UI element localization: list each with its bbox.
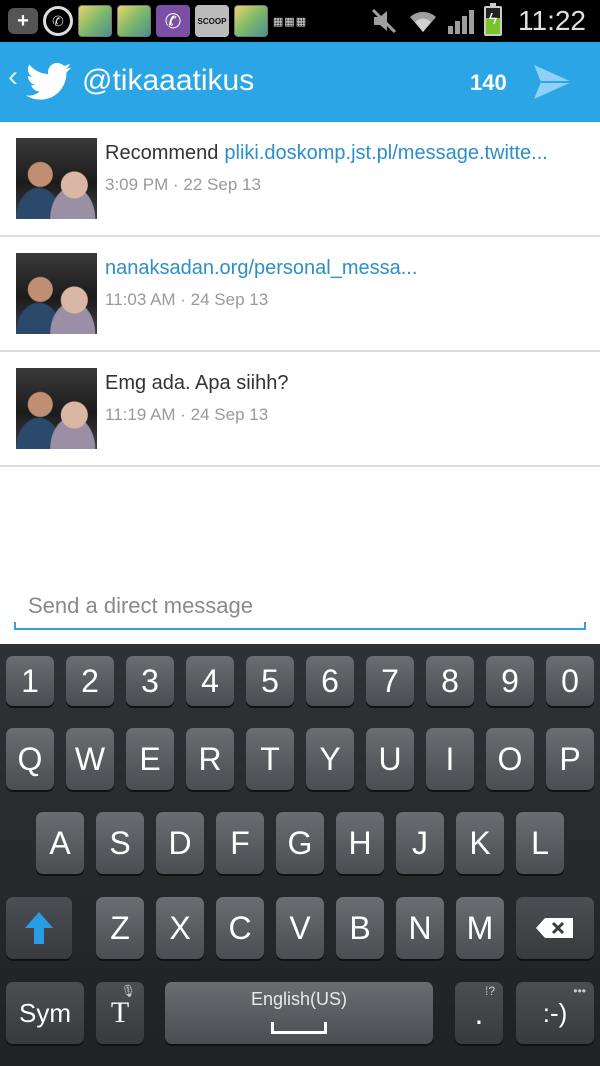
- message-link[interactable]: pliki.doskomp.jst.pl/message.twitte...: [224, 142, 547, 164]
- key-u[interactable]: U: [366, 728, 414, 790]
- key-i[interactable]: I: [426, 728, 474, 790]
- space-key[interactable]: English(US): [165, 982, 433, 1044]
- key-o[interactable]: O: [486, 728, 534, 790]
- message-timestamp: 11:19 AM · 24 Sep 13: [105, 405, 269, 424]
- key-6[interactable]: 6: [306, 656, 354, 706]
- key-j[interactable]: J: [396, 812, 444, 874]
- app-thumb-icon: [234, 5, 268, 37]
- key-t[interactable]: T: [246, 728, 294, 790]
- key-5[interactable]: 5: [246, 656, 294, 706]
- signal-icon: [448, 8, 474, 34]
- key-f[interactable]: F: [216, 812, 264, 874]
- notification-icons: + ✆ ✆ SCOOP ▦▦▦: [8, 4, 307, 38]
- scoop-label: SCOOP: [197, 16, 227, 26]
- avatar[interactable]: [16, 253, 97, 334]
- key-k[interactable]: K: [456, 812, 504, 874]
- mic-icon: 🎙: [120, 984, 136, 998]
- action-bar: ‹ @tikaaatikus 140: [0, 42, 600, 122]
- character-counter: 140: [470, 70, 507, 95]
- smiley-label: :-): [542, 998, 568, 1028]
- key-1[interactable]: 1: [6, 656, 54, 706]
- backspace-icon: [536, 918, 573, 938]
- shift-arrow-icon: [25, 912, 53, 944]
- message-timestamp: 3:09 PM · 22 Sep 13: [105, 175, 261, 194]
- back-chevron-icon[interactable]: ‹: [8, 60, 18, 94]
- key-2[interactable]: 2: [66, 656, 114, 706]
- key-z[interactable]: Z: [96, 897, 144, 959]
- key-p[interactable]: P: [546, 728, 594, 790]
- keyboard-icon: ▦▦▦: [272, 15, 308, 28]
- key-7[interactable]: 7: [366, 656, 414, 706]
- message-body: Recommend: [105, 142, 219, 164]
- key-y[interactable]: Y: [306, 728, 354, 790]
- key-q[interactable]: Q: [6, 728, 54, 790]
- text-tool-key[interactable]: T 🎙: [96, 982, 144, 1044]
- key-d[interactable]: D: [156, 812, 204, 874]
- battery-charging-icon: ϟ: [484, 3, 502, 36]
- key-a[interactable]: A: [36, 812, 84, 874]
- key-0[interactable]: 0: [546, 656, 594, 706]
- scoop-icon: SCOOP: [195, 5, 229, 37]
- key-r[interactable]: R: [186, 728, 234, 790]
- key-b[interactable]: B: [336, 897, 384, 959]
- shift-key[interactable]: [6, 897, 72, 959]
- space-language-label: English(US): [250, 989, 348, 1009]
- plus-icon: +: [8, 8, 38, 34]
- key-x[interactable]: X: [156, 897, 204, 959]
- whatsapp-icon: ✆: [43, 6, 73, 36]
- send-icon[interactable]: [532, 62, 574, 102]
- key-e[interactable]: E: [126, 728, 174, 790]
- more-dots-icon: ⁞?: [484, 984, 495, 998]
- key-h[interactable]: H: [336, 812, 384, 874]
- message-text: Recommend pliki.doskomp.jst.pl/message.tw…: [105, 142, 590, 165]
- period-label: .: [474, 995, 484, 1031]
- message-text: Emg ada. Apa siihh?: [105, 372, 590, 395]
- avatar[interactable]: [16, 138, 97, 219]
- message-item[interactable]: Emg ada. Apa siihh? 11:19 AM · 24 Sep 13: [0, 352, 600, 467]
- key-n[interactable]: N: [396, 897, 444, 959]
- key-s[interactable]: S: [96, 812, 144, 874]
- app-thumb-icon: [78, 5, 112, 37]
- message-item[interactable]: nanaksadan.org/personal_messa... 11:03 A…: [0, 237, 600, 352]
- twitter-bird-icon[interactable]: [26, 62, 72, 102]
- sym-key[interactable]: Sym: [6, 982, 84, 1044]
- key-w[interactable]: W: [66, 728, 114, 790]
- mute-icon: [371, 8, 397, 34]
- backspace-key[interactable]: [516, 897, 594, 959]
- app-thumb-icon: [117, 5, 151, 37]
- keyboard: 1234567890 QWERTYUIOP ASDFGHJKL ZXCVBNM …: [0, 644, 600, 1066]
- viber-icon: ✆: [156, 5, 190, 37]
- system-icons: ϟ 11:22: [370, 0, 586, 42]
- key-3[interactable]: 3: [126, 656, 174, 706]
- conversation-username: @tikaaatikus: [82, 64, 255, 97]
- key-9[interactable]: 9: [486, 656, 534, 706]
- input-underline: [14, 622, 586, 630]
- more-dots-icon: •••: [573, 984, 586, 998]
- message-item[interactable]: Recommend pliki.doskomp.jst.pl/message.tw…: [0, 122, 600, 237]
- key-v[interactable]: V: [276, 897, 324, 959]
- smiley-key[interactable]: :-) •••: [516, 982, 594, 1044]
- message-body: Emg ada. Apa siihh?: [105, 372, 289, 394]
- message-list: Recommend pliki.doskomp.jst.pl/message.tw…: [0, 122, 600, 467]
- direct-message-input[interactable]: [14, 586, 586, 626]
- key-8[interactable]: 8: [426, 656, 474, 706]
- status-bar: + ✆ ✆ SCOOP ▦▦▦ ϟ 11:22: [0, 0, 600, 42]
- avatar[interactable]: [16, 368, 97, 449]
- compose-box: [14, 586, 586, 630]
- key-g[interactable]: G: [276, 812, 324, 874]
- space-icon: [271, 1022, 327, 1034]
- message-timestamp: 11:03 AM · 24 Sep 13: [105, 290, 269, 309]
- message-text: nanaksadan.org/personal_messa...: [105, 257, 590, 280]
- key-4[interactable]: 4: [186, 656, 234, 706]
- text-tool-label: T: [110, 996, 130, 1029]
- key-c[interactable]: C: [216, 897, 264, 959]
- wifi-icon: [410, 11, 436, 32]
- key-l[interactable]: L: [516, 812, 564, 874]
- message-link[interactable]: nanaksadan.org/personal_messa...: [105, 257, 417, 279]
- clock: 11:22: [518, 5, 586, 36]
- key-m[interactable]: M: [456, 897, 504, 959]
- period-key[interactable]: . ⁞?: [455, 982, 503, 1044]
